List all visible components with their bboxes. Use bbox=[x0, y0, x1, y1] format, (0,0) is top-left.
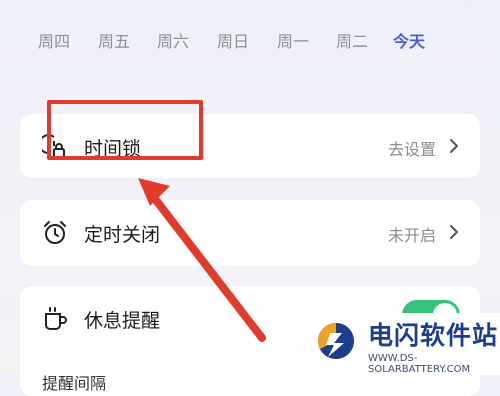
site-logo-icon bbox=[314, 319, 358, 363]
site-watermark: 电闪软件站 WWW.DS-SOLARBATTERY.COM bbox=[302, 313, 500, 375]
watermark-url: WWW.DS-SOLARBATTERY.COM bbox=[368, 353, 500, 375]
watermark-title: 电闪软件站 bbox=[368, 316, 498, 352]
